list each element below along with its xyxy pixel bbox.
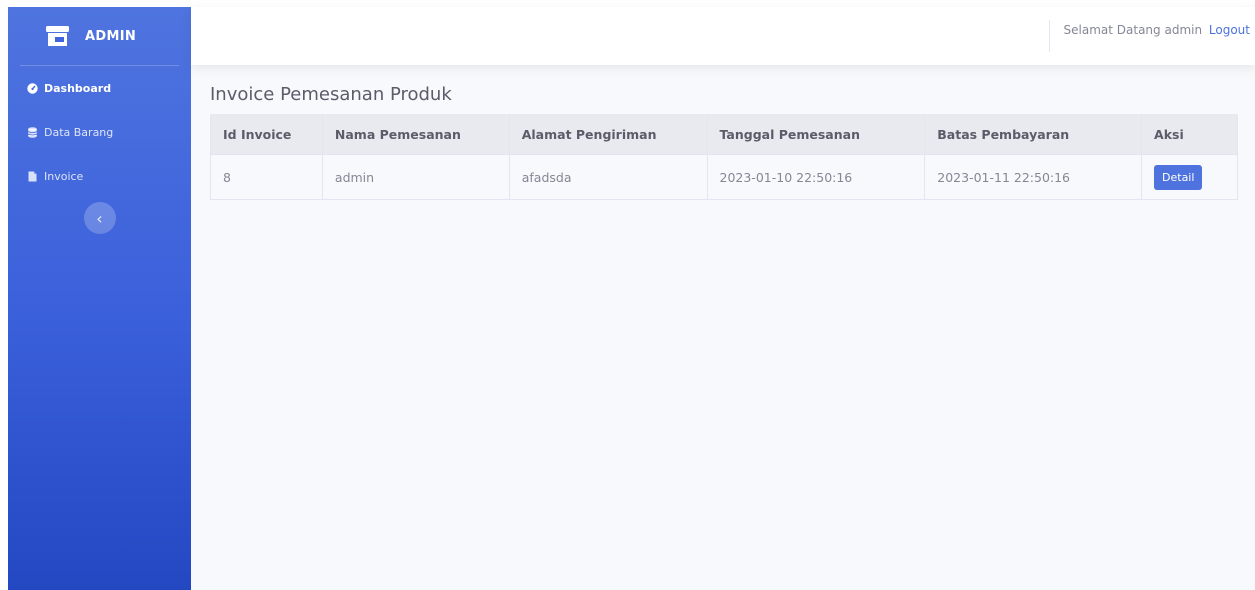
- column-header-nama[interactable]: Nama Pemesanan: [321, 114, 510, 155]
- sidebar-item-invoice[interactable]: Invoice: [8, 154, 191, 198]
- file-icon: [27, 171, 38, 182]
- sidebar-toggle-button[interactable]: ‹: [83, 202, 116, 234]
- topbar-divider: [1049, 20, 1050, 52]
- brand-name: ADMIN: [85, 28, 137, 44]
- table-row: 8 admin afadsda 2023-01-10 22:50:16 2023…: [210, 154, 1238, 200]
- cell-alamat: afadsda: [508, 154, 708, 200]
- sidebar-item-label: Dashboard: [44, 81, 112, 95]
- cell-id: 8: [210, 154, 323, 200]
- tachometer-icon: [27, 82, 38, 94]
- store-icon: [45, 25, 70, 47]
- sidebar-item-label: Invoice: [44, 169, 84, 183]
- sidebar-toggle-wrap: ‹: [8, 202, 191, 234]
- sidebar-item-data-barang[interactable]: Data Barang: [8, 110, 191, 154]
- user-greeting: Selamat Datang admin Logout: [1064, 23, 1250, 37]
- chevron-left-icon: ‹: [96, 208, 103, 228]
- sidebar-item-label: Data Barang: [44, 125, 114, 139]
- brand[interactable]: ADMIN: [8, 7, 191, 65]
- topbar: Selamat Datang admin Logout: [191, 7, 1255, 65]
- database-icon: [27, 126, 38, 138]
- column-header-batas[interactable]: Batas Pembayaran: [924, 114, 1143, 155]
- welcome-text: Selamat Datang admin: [1063, 23, 1203, 37]
- app-shell: ADMIN Dashboard Data Barang Invoice ‹ Se…: [8, 7, 1255, 590]
- sidebar: ADMIN Dashboard Data Barang Invoice ‹: [8, 7, 191, 590]
- cell-batas: 2023-01-11 22:50:16: [924, 154, 1143, 200]
- cell-aksi: Detail: [1141, 154, 1238, 200]
- sidebar-item-dashboard[interactable]: Dashboard: [8, 66, 191, 110]
- detail-button[interactable]: Detail: [1154, 164, 1203, 190]
- cell-nama: admin: [321, 154, 510, 200]
- cell-tanggal: 2023-01-10 22:50:16: [706, 154, 926, 200]
- main-content: Invoice Pemesanan Produk Id Invoice Nama…: [210, 82, 1238, 200]
- column-header-id[interactable]: Id Invoice: [210, 114, 323, 155]
- column-header-tanggal[interactable]: Tanggal Pemesanan: [706, 114, 926, 155]
- column-header-aksi: Aksi: [1141, 114, 1238, 155]
- column-header-alamat[interactable]: Alamat Pengiriman: [508, 114, 708, 155]
- page-title: Invoice Pemesanan Produk: [210, 84, 452, 105]
- logout-link[interactable]: Logout: [1209, 23, 1250, 37]
- invoice-table: Id Invoice Nama Pemesanan Alamat Pengiri…: [210, 114, 1238, 200]
- table-header-row: Id Invoice Nama Pemesanan Alamat Pengiri…: [210, 114, 1238, 155]
